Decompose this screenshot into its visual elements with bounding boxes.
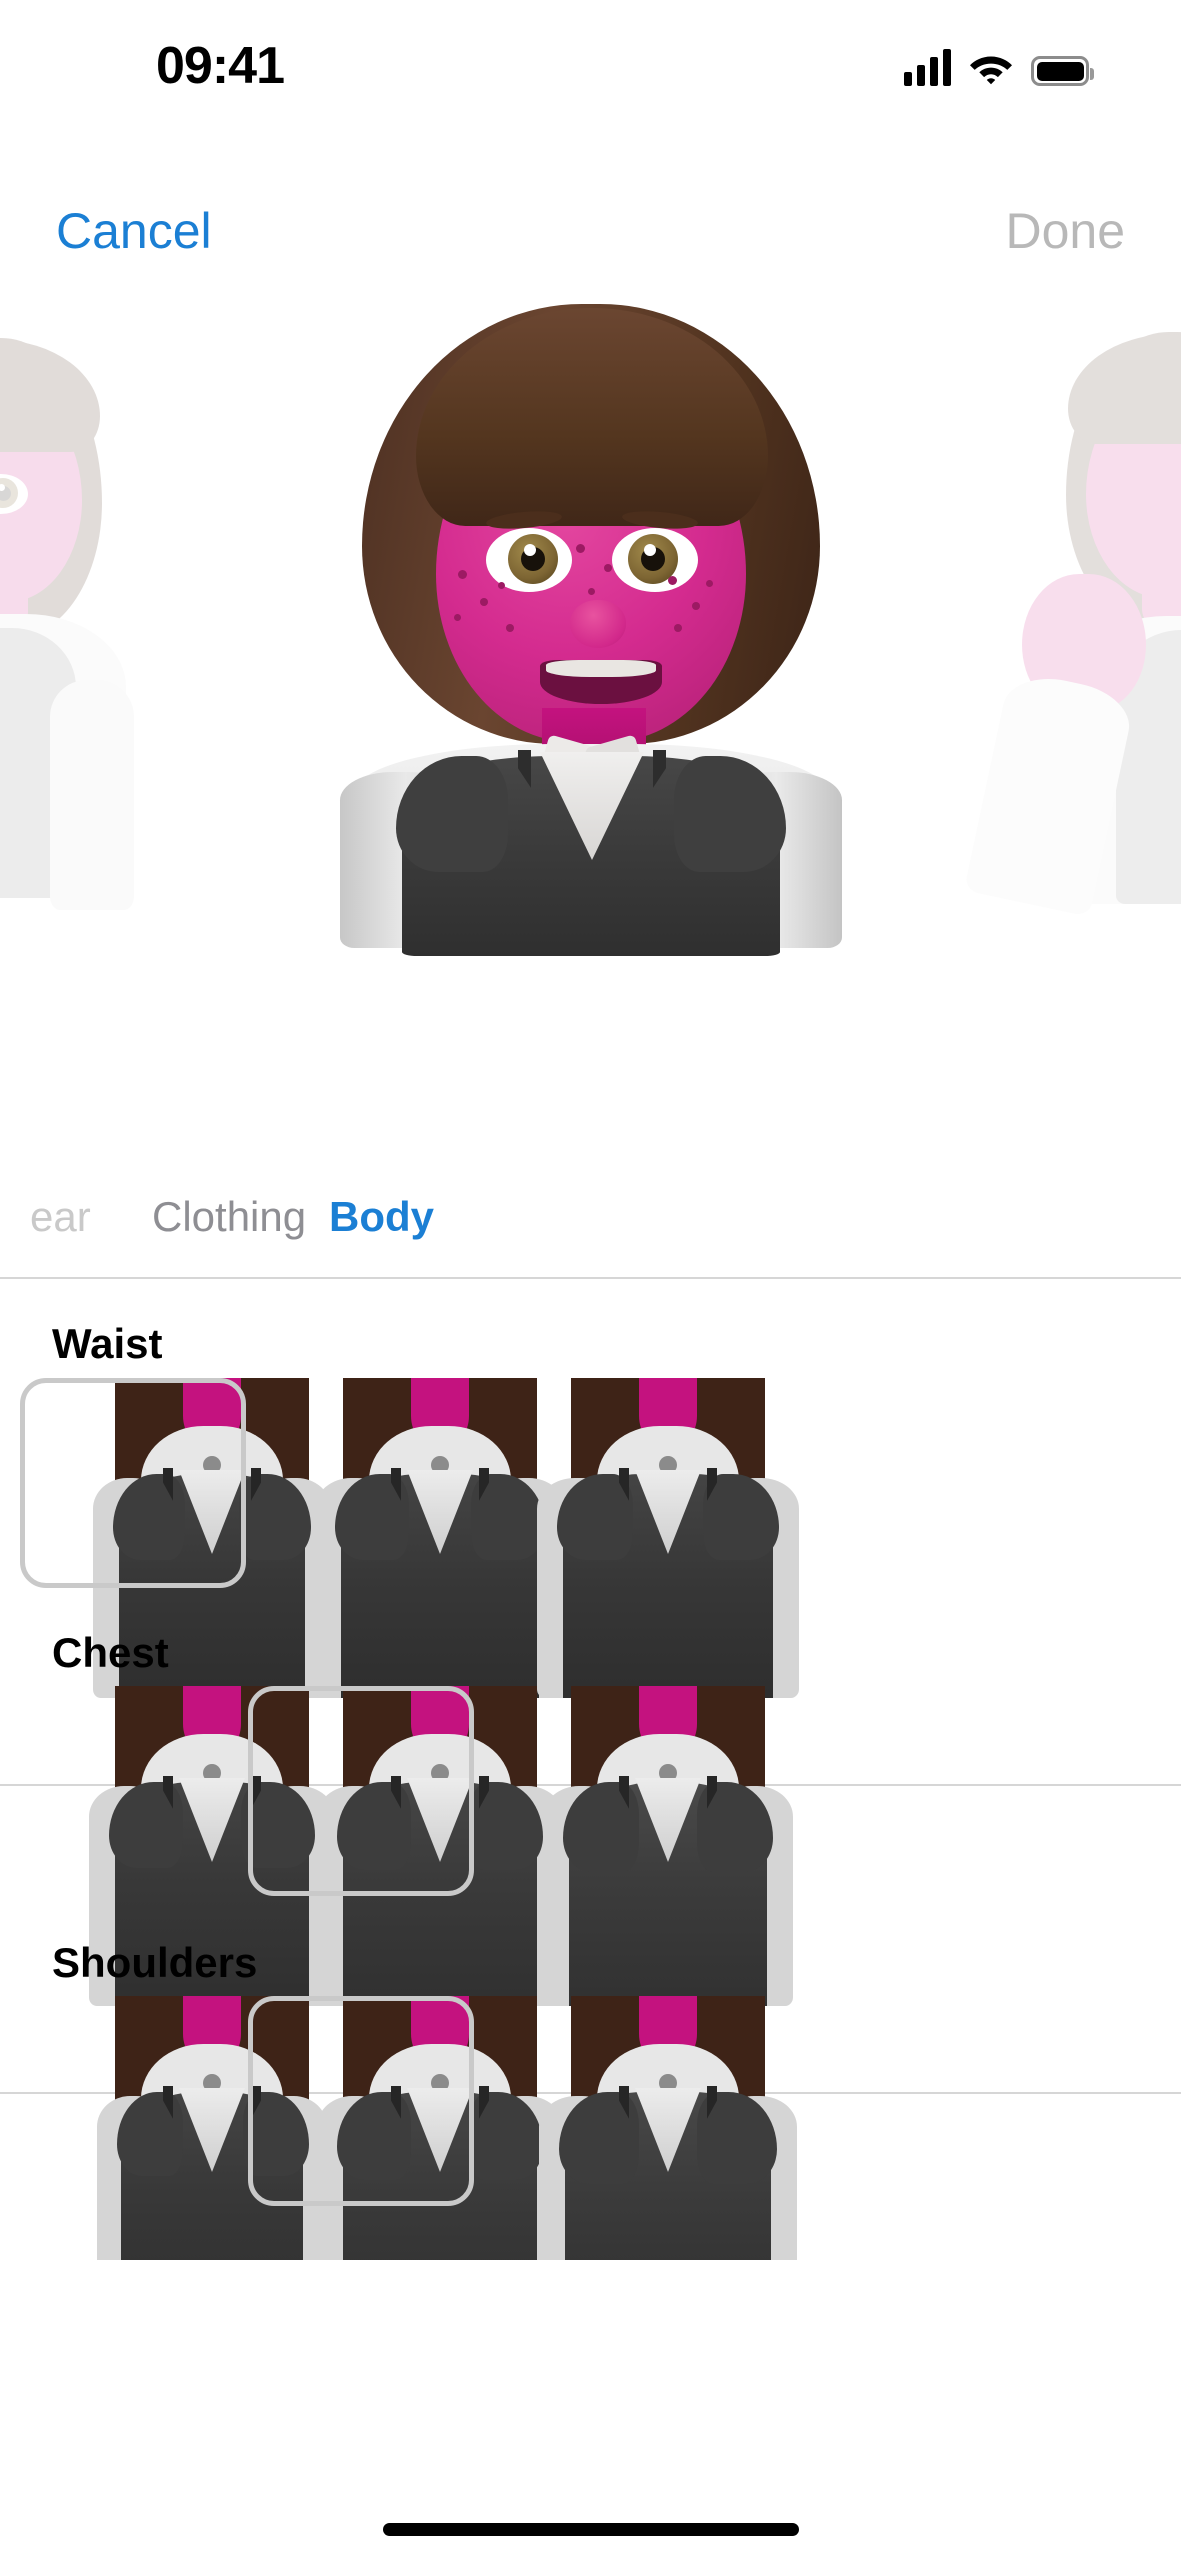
tab-body[interactable]: Body <box>329 1196 434 1238</box>
tab-headwear[interactable]: ear <box>30 1196 91 1238</box>
wifi-icon <box>969 50 1013 86</box>
waist-thumb-2 <box>523 1378 813 1698</box>
done-button[interactable]: Done <box>1005 206 1125 256</box>
tabbar-divider <box>0 1277 1181 1279</box>
category-tab-bar[interactable]: ear Clothing Body <box>0 1160 1181 1278</box>
bangs <box>1068 334 1181 444</box>
shoulders-thumb-2 <box>523 1996 813 2260</box>
section-title-waist: Waist <box>52 1320 163 1367</box>
current-memoji[interactable] <box>240 300 940 956</box>
option-row-waist[interactable] <box>0 1378 1181 1698</box>
status-bar-time: 09:41 <box>156 37 285 95</box>
shoulders-option-2[interactable] <box>478 1996 858 2260</box>
next-memoji[interactable] <box>963 324 1181 917</box>
status-bar-indicators <box>904 48 1094 86</box>
option-row-shoulders[interactable] <box>0 1996 1181 2260</box>
cellular-bars-icon <box>904 48 951 86</box>
bangs <box>0 340 100 452</box>
waist-option-2[interactable] <box>478 1378 858 1698</box>
memoji-preview-carousel[interactable] <box>0 300 1181 1160</box>
nav-bar: Cancel Done <box>0 176 1181 286</box>
status-bar: 09:41 <box>0 0 1181 118</box>
cancel-button[interactable]: Cancel <box>56 206 212 256</box>
home-indicator[interactable] <box>382 2523 799 2536</box>
mouth <box>540 660 662 704</box>
arm <box>50 680 134 910</box>
section-title-shoulders: Shoulders <box>52 1939 258 1986</box>
chest-thumb-2 <box>523 1686 813 2006</box>
nose <box>570 600 626 648</box>
section-title-chest: Chest <box>52 1629 169 1676</box>
previous-memoji[interactable] <box>0 328 134 910</box>
tab-clothing[interactable]: Clothing <box>152 1196 306 1238</box>
battery-full-icon <box>1031 56 1094 86</box>
chest-option-2[interactable] <box>478 1686 858 2006</box>
